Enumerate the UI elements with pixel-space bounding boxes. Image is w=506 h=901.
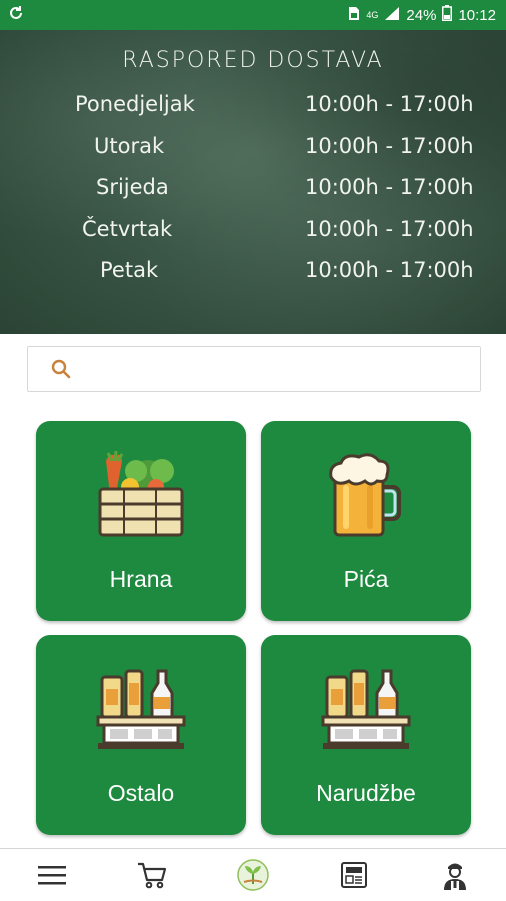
category-tile-narudzbe[interactable]: Narudžbe xyxy=(261,635,471,835)
battery-percent: 24% xyxy=(406,6,437,24)
schedule-day: Četvrtak xyxy=(82,217,173,241)
category-tile-ostalo[interactable]: Ostalo xyxy=(36,635,246,835)
menu-icon xyxy=(38,866,66,885)
profile-icon xyxy=(444,863,466,890)
menu-button[interactable] xyxy=(34,857,70,893)
search-input[interactable] xyxy=(80,348,480,390)
category-label: Hrana xyxy=(109,566,173,592)
profile-button[interactable] xyxy=(437,857,473,893)
schedule-row: Srijeda 10:00h - 17:00h xyxy=(0,175,506,205)
search-icon[interactable] xyxy=(50,358,72,380)
schedule-day: Ponedjeljak xyxy=(75,92,195,116)
schedule-day: Utorak xyxy=(94,134,165,158)
category-tile-pica[interactable]: Pića xyxy=(261,421,471,621)
schedule-hours: 10:00h - 17:00h xyxy=(305,92,474,116)
schedule-row: Utorak 10:00h - 17:00h xyxy=(0,134,506,164)
beer-mug-icon xyxy=(329,453,401,537)
schedule-hours: 10:00h - 17:00h xyxy=(305,217,474,241)
category-tile-hrana[interactable]: Hrana xyxy=(36,421,246,621)
schedule-row: Ponedjeljak 10:00h - 17:00h xyxy=(0,92,506,122)
category-label: Ostalo xyxy=(107,780,175,806)
battery-icon xyxy=(442,5,453,25)
home-logo-icon xyxy=(237,859,269,891)
schedule-row: Četvrtak 10:00h - 17:00h xyxy=(0,217,506,247)
schedule-hours: 10:00h - 17:00h xyxy=(305,134,474,158)
vegetable-crate-icon xyxy=(98,450,184,537)
news-button[interactable] xyxy=(336,857,372,893)
grocery-shelf-icon xyxy=(96,669,186,749)
schedule-day: Petak xyxy=(100,258,159,282)
search-bar[interactable] xyxy=(27,346,481,392)
schedule-hours: 10:00h - 17:00h xyxy=(305,175,474,199)
schedule-hours: 10:00h - 17:00h xyxy=(305,258,474,282)
home-button[interactable] xyxy=(235,857,271,893)
clock: 10:12 xyxy=(458,6,496,24)
category-label: Pića xyxy=(343,566,389,592)
category-label: Narudžbe xyxy=(316,780,416,806)
grocery-shelf-icon xyxy=(321,669,411,749)
delivery-schedule-board: RASPORED DOSTAVA Ponedjeljak 10:00h - 17… xyxy=(0,30,506,334)
network-type: 4G xyxy=(366,10,379,20)
sync-icon xyxy=(8,5,24,25)
schedule-day: Srijeda xyxy=(96,175,169,199)
news-icon xyxy=(341,862,367,888)
cart-button[interactable] xyxy=(134,857,170,893)
schedule-row: Petak 10:00h - 17:00h xyxy=(0,258,506,288)
bottom-navigation xyxy=(0,848,506,901)
sim-icon xyxy=(348,6,360,25)
signal-icon xyxy=(384,6,400,25)
status-bar: 4G 24% 10:12 xyxy=(0,0,506,30)
cart-icon xyxy=(138,862,167,889)
schedule-title: RASPORED DOSTAVA xyxy=(122,48,384,73)
